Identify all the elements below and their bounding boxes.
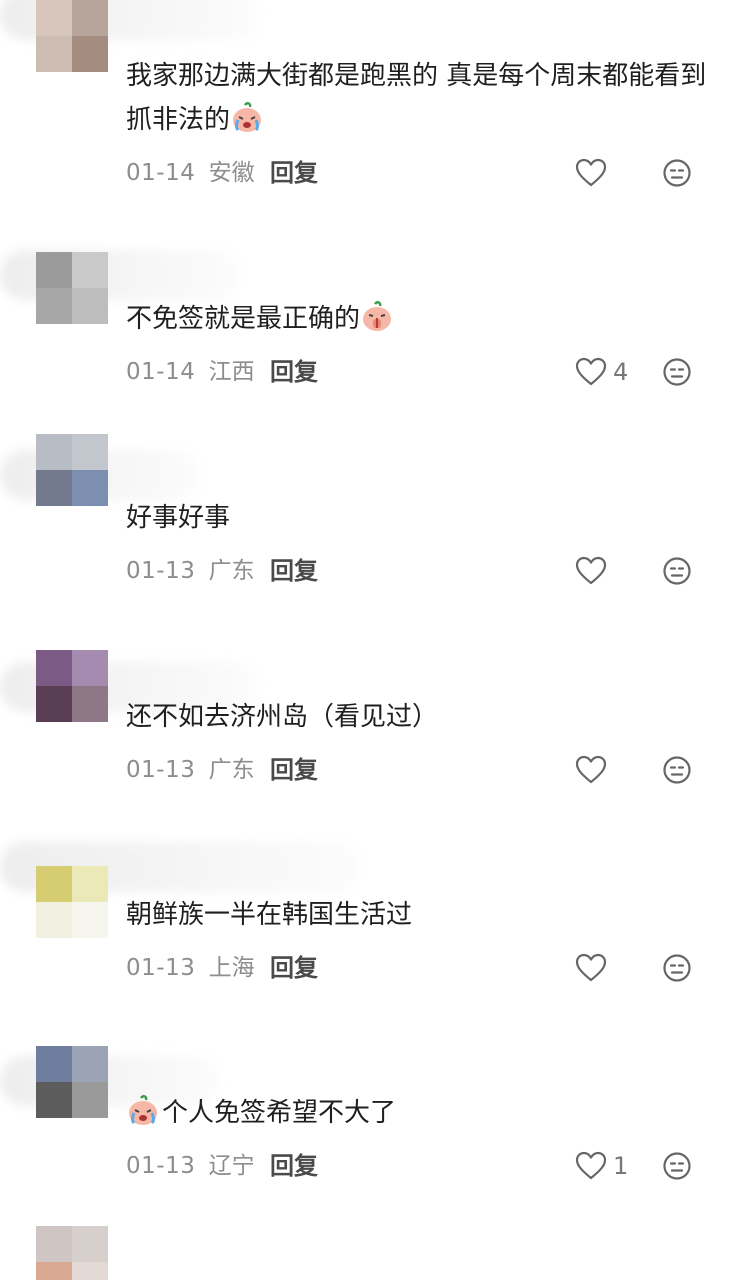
avatar[interactable]: [36, 0, 108, 72]
reply-button[interactable]: 回复: [270, 951, 318, 985]
heart-icon: [575, 1151, 607, 1180]
comment-text-container: 朝鲜族一半在韩国生活过: [126, 893, 716, 937]
reply-button[interactable]: 回复: [270, 1149, 318, 1183]
like-button[interactable]: [575, 156, 613, 190]
heart-icon: [575, 357, 607, 386]
comment-location: 安徽: [208, 160, 255, 186]
meh-face-icon: [663, 159, 691, 187]
like-button[interactable]: [575, 753, 613, 787]
meh-face-icon: [663, 756, 691, 784]
comment-location: 辽宁: [208, 1153, 255, 1179]
like-count: 1: [613, 1152, 629, 1180]
comment-date: 01-13: [126, 1153, 196, 1179]
comment-text: 好事好事: [126, 503, 231, 533]
comment-date: 01-13: [126, 757, 196, 783]
heart-icon: [575, 953, 607, 982]
meh-face-icon: [663, 954, 691, 982]
like-count: 4: [613, 358, 629, 386]
avatar[interactable]: [36, 866, 108, 938]
reply-button[interactable]: 回复: [270, 554, 318, 588]
dislike-button[interactable]: [661, 1149, 693, 1183]
dislike-button[interactable]: [661, 554, 693, 588]
reply-button[interactable]: 回复: [270, 753, 318, 787]
reply-button[interactable]: 回复: [270, 156, 318, 190]
comment-location: 上海: [208, 955, 255, 981]
comment-location: 江西: [208, 359, 255, 385]
comment-text: 个人免签希望不大了: [162, 1098, 397, 1128]
comment-text-container: 好事好事: [126, 496, 716, 540]
comment-location: 广东: [208, 757, 255, 783]
comment-text-container: 不免签就是最正确的: [126, 297, 716, 341]
comment-date: 01-13: [126, 955, 196, 981]
comment-text-container: 个人免签希望不大了: [126, 1091, 716, 1135]
comment-meta: 01-14 江西: [126, 355, 255, 389]
heart-icon: [575, 755, 607, 784]
comment-meta: 01-13 辽宁: [126, 1149, 255, 1183]
heart-icon: [575, 158, 607, 187]
like-button[interactable]: [575, 951, 613, 985]
dislike-button[interactable]: [661, 355, 693, 389]
comment-date: 01-13: [126, 558, 196, 584]
like-button[interactable]: 4: [575, 355, 628, 389]
comment-location: 广东: [208, 558, 255, 584]
comment-text: 我家那边满大街都是跑黑的 真是每个周末都能看到抓非法的: [126, 61, 707, 135]
avatar[interactable]: [36, 252, 108, 324]
avatar[interactable]: [36, 434, 108, 506]
comment-date: 01-14: [126, 359, 196, 385]
meh-face-icon: [663, 557, 691, 585]
shush-emoji-icon: [363, 301, 392, 331]
avatar[interactable]: [36, 1226, 108, 1280]
comment-text: 朝鲜族一半在韩国生活过: [126, 900, 413, 930]
like-button[interactable]: [575, 554, 613, 588]
crying-laugh-emoji-icon: [233, 102, 262, 132]
heart-icon: [575, 556, 607, 585]
avatar[interactable]: [36, 650, 108, 722]
crying-laugh-emoji-icon: [129, 1095, 157, 1125]
comment-date: 01-14: [126, 160, 196, 186]
comment-text-container: 还不如去济州岛（看见过）: [126, 695, 716, 739]
comment-text-container: 我家那边满大街都是跑黑的 真是每个周末都能看到抓非法的: [126, 54, 716, 142]
meh-face-icon: [663, 1152, 691, 1180]
dislike-button[interactable]: [661, 951, 693, 985]
comment-meta: 01-13 广东: [126, 753, 255, 787]
like-button[interactable]: 1: [575, 1149, 628, 1183]
meh-face-icon: [663, 358, 691, 386]
comment-text: 还不如去济州岛（看见过）: [126, 702, 439, 732]
dislike-button[interactable]: [661, 156, 693, 190]
dislike-button[interactable]: [661, 753, 693, 787]
reply-button[interactable]: 回复: [270, 355, 318, 389]
comment-meta: 01-13 上海: [126, 951, 255, 985]
comment-meta: 01-13 广东: [126, 554, 255, 588]
comment-meta: 01-14 安徽: [126, 156, 255, 190]
comment-text: 不免签就是最正确的: [126, 304, 361, 334]
avatar[interactable]: [36, 1046, 108, 1118]
